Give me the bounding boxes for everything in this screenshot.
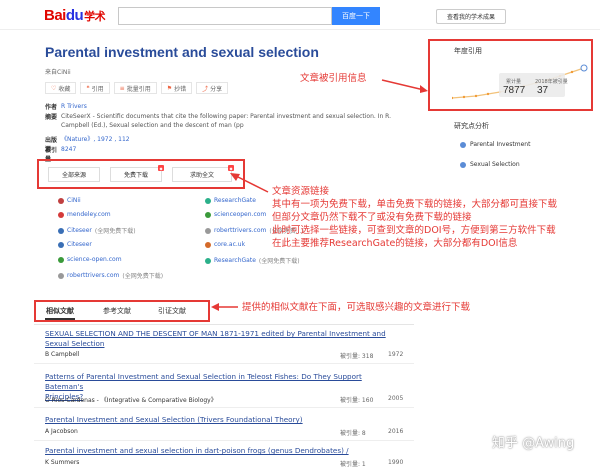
topic-dot-icon (460, 141, 466, 148)
list-icon: ≡ (119, 84, 125, 92)
annotation-sources: 文章资源链接 其中有一项为免费下载，单击免费下载的链接，大部分都可直接下载 但部… (272, 186, 558, 249)
my-achievements-button[interactable]: 查看我的学术成果 (436, 9, 506, 24)
arrow-icon (381, 79, 428, 93)
abstract-line-2: Campbell (Ed.), Sexual selection and the… (61, 122, 244, 129)
researchgate-icon (205, 197, 211, 204)
source-link[interactable]: mendeley.com (58, 211, 111, 218)
collect-button[interactable]: ♡ 收藏 (45, 82, 77, 94)
row-divider (34, 363, 414, 364)
report-error-button[interactable]: ⚑ 抄错 (160, 82, 193, 94)
tab-citations[interactable]: 引证文献 (158, 306, 186, 316)
share-icon: ⤴ (202, 85, 209, 93)
researchgate-icon (205, 257, 211, 264)
flag-icon: ⚑ (166, 84, 173, 92)
share-button[interactable]: ⤴ 分享 (196, 82, 229, 94)
tab-similar[interactable]: 相似文献 (46, 306, 74, 316)
cite-button[interactable]: ❝ 引用 (80, 82, 110, 94)
all-sources-button[interactable]: 全部来源 (48, 167, 100, 182)
source-link[interactable]: scienceopen.com (205, 211, 266, 218)
arrow-icon (211, 303, 238, 311)
reference-cites: 被引量: 8 (340, 430, 366, 437)
active-tab-indicator (45, 318, 75, 320)
web-icon (58, 272, 64, 279)
total-cites-value: 7877 (503, 85, 526, 96)
citeseer-icon (58, 241, 64, 248)
reference-author: B Campbell (45, 351, 80, 358)
reference-author: A Jacobson (45, 428, 78, 435)
source-link[interactable]: CiNii (58, 197, 81, 204)
reference-year: 2016 (388, 428, 404, 435)
citeseer-icon (58, 227, 64, 234)
baidu-scholar-logo[interactable]: Baidu学术 (44, 7, 106, 24)
zhihu-watermark: 知乎 @Awing (492, 436, 575, 451)
reference-year: 1990 (388, 459, 404, 466)
reference-year: 2005 (388, 395, 404, 402)
reference-author: O Rios-Cardenas - 《Integrative & Compara… (45, 397, 217, 404)
source-link[interactable]: Citeseer (全网免费下载) (58, 226, 136, 235)
annotation-cite-info: 文章被引用信息 (300, 73, 367, 84)
author-link[interactable]: R Trivers (61, 102, 401, 111)
reference-title[interactable]: SEXUAL SELECTION AND THE DESCENT OF MAN … (45, 329, 390, 349)
study-item[interactable]: Parental Investment (460, 141, 530, 148)
request-fulltext-button[interactable]: 求助全文 ◆ (172, 165, 234, 182)
annotation-related: 提供的相似文献在下面，可选取感兴趣的文章进行下载 (242, 302, 471, 313)
study-points-title: 研究点分析 (454, 122, 489, 130)
reference-author: K Summers (45, 459, 80, 466)
year-cites-label: 2018年被引量 (535, 79, 568, 85)
latest-point-marker (580, 64, 588, 72)
reference-year: 1972 (388, 351, 404, 358)
search-input[interactable] (118, 7, 332, 25)
reference-title[interactable]: Parental Investment and Sexual Selection… (45, 415, 390, 425)
cinii-icon (58, 197, 64, 204)
row-divider (34, 440, 414, 441)
study-item[interactable]: Sexual Selection (460, 161, 520, 168)
heart-icon: ♡ (51, 84, 57, 92)
reference-cites: 被引量: 160 (340, 397, 374, 404)
row-divider (34, 407, 414, 408)
quote-icon: ❝ (86, 84, 90, 92)
free-badge-icon: ◆ (158, 165, 164, 171)
tabs-divider (34, 324, 414, 325)
reference-cites: 被引量: 318 (340, 353, 374, 360)
abstract-row: 摘要 CiteSeerX - Scientific documents that… (45, 113, 392, 129)
yearly-citation-title: 年度引用 (454, 47, 482, 55)
paper-actions: ♡ 收藏 ❝ 引用 ≡ 批量引用 ⚑ 抄错 ⤴ 分享 (45, 82, 229, 94)
tab-references[interactable]: 参考文献 (103, 306, 131, 316)
source-link[interactable]: ResearchGate (205, 197, 256, 204)
paper-source: 来自CiNii (45, 69, 71, 76)
source-link[interactable]: science-open.com (58, 256, 122, 263)
mendeley-icon (58, 211, 64, 218)
free-download-button[interactable]: 免费下载 ◆ (110, 165, 164, 182)
reference-title[interactable]: Parental investment and sexual selection… (45, 446, 390, 456)
reference-cites: 被引量: 1 (340, 461, 366, 468)
total-cites-label: 累计量 (506, 79, 522, 85)
topic-dot-icon (460, 161, 466, 168)
batch-cite-button[interactable]: ≡ 批量引用 (113, 82, 157, 94)
author-row: 作者 R Trivers (45, 102, 401, 111)
scienceopen-icon (58, 256, 64, 263)
search-button[interactable]: 百度一下 (332, 7, 380, 25)
core-icon (205, 241, 211, 248)
source-link[interactable]: roberttrivers.com (全网免费下载) (58, 271, 163, 280)
source-link[interactable]: Citeseer (58, 241, 92, 248)
web-icon (205, 227, 211, 234)
abstract-line-1: CiteSeerX - Scientific documents that ci… (61, 113, 392, 120)
paper-title[interactable]: Parental investment and sexual selection (45, 44, 319, 60)
year-cites-value: 37 (537, 85, 549, 96)
arrow-icon (230, 173, 269, 193)
source-link[interactable]: core.ac.uk (205, 241, 245, 248)
scienceopen-icon (205, 211, 211, 218)
source-link[interactable]: ResearchGate (全网免费下载) (205, 256, 300, 265)
